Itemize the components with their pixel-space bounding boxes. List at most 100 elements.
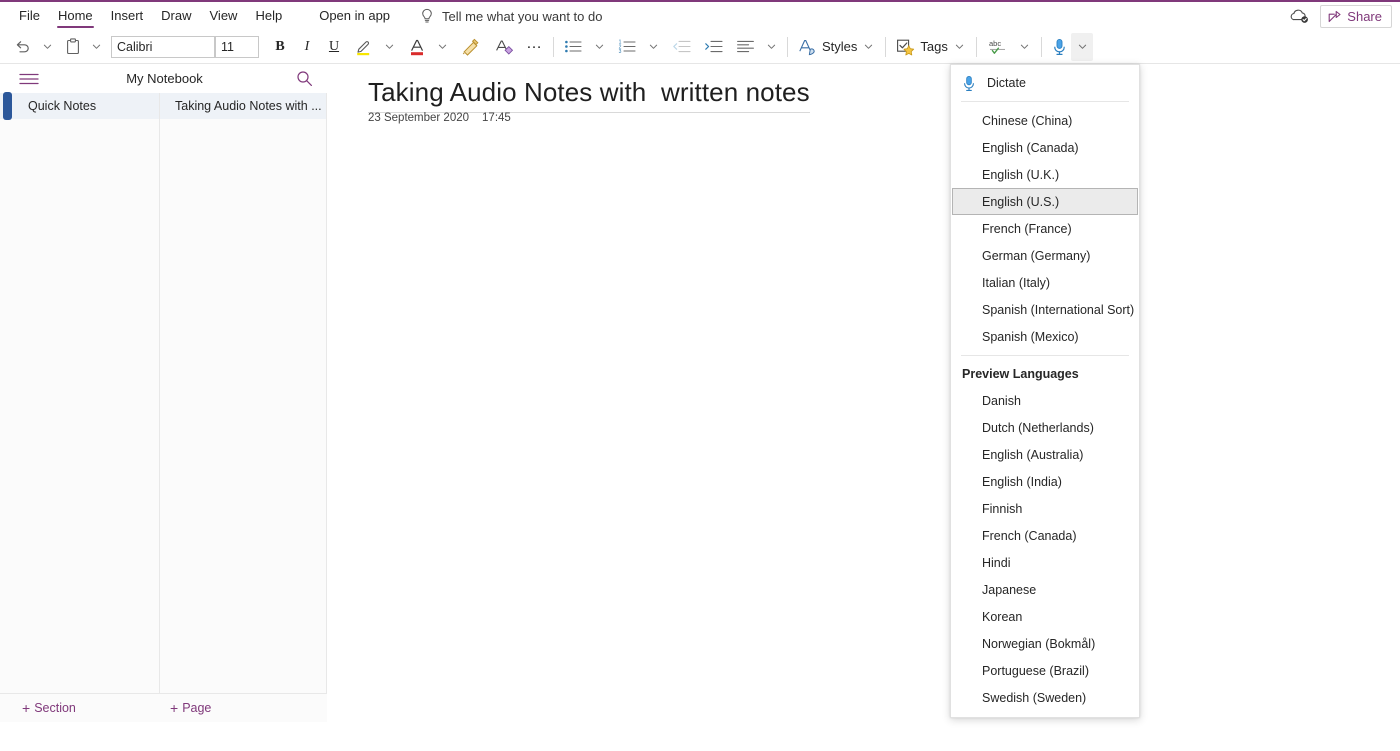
section-list: Quick Notes + Section [0, 93, 160, 722]
formatting-toolbar: Calibri 11 B I U [0, 30, 1400, 64]
note-canvas[interactable]: Taking Audio Notes with written notes 23… [327, 64, 1400, 751]
menu-item-danish[interactable]: Danish [951, 387, 1139, 414]
open-in-app-label: Open in app [319, 8, 390, 23]
clear-formatting-button[interactable] [490, 33, 517, 61]
menu-item-label: Finnish [982, 502, 1022, 516]
font-name-select[interactable]: Calibri [111, 36, 215, 58]
add-page-button[interactable]: + Page [160, 693, 327, 722]
numbered-list-button[interactable]: 1 2 3 [614, 33, 641, 61]
paste-dropdown[interactable] [84, 33, 106, 61]
undo-dropdown[interactable] [35, 33, 57, 61]
menu-item-swedish-sweden[interactable]: Swedish (Sweden) [951, 684, 1139, 711]
section-item-quick-notes[interactable]: Quick Notes [0, 93, 159, 119]
menu-item-english-india[interactable]: English (India) [951, 468, 1139, 495]
tags-icon-wrap[interactable] [892, 33, 920, 61]
tab-help[interactable]: Help [246, 2, 291, 30]
bulleted-list-button[interactable] [560, 33, 587, 61]
menu-item-english-uk[interactable]: English (U.K.) [951, 161, 1139, 188]
underline-button[interactable]: U [323, 33, 345, 61]
page-list: Taking Audio Notes with ... + Page [160, 93, 327, 722]
menu-item-label: Italian (Italy) [982, 276, 1050, 290]
tab-home[interactable]: Home [49, 2, 102, 30]
bold-button[interactable]: B [269, 33, 291, 61]
decrease-indent-button[interactable] [668, 33, 695, 61]
menu-item-portuguese-brazil[interactable]: Portuguese (Brazil) [951, 657, 1139, 684]
more-formatting-button[interactable]: … [522, 33, 547, 61]
menu-item-french-france[interactable]: French (France) [951, 215, 1139, 242]
menu-item-finnish[interactable]: Finnish [951, 495, 1139, 522]
dictate-dropdown[interactable] [1071, 33, 1093, 61]
menu-item-spanish-mexico[interactable]: Spanish (Mexico) [951, 323, 1139, 350]
numbered-list-dropdown[interactable] [641, 33, 663, 61]
menu-item-label: Japanese [982, 583, 1036, 597]
toolbar-divider-2 [787, 37, 788, 57]
microphone-icon [962, 75, 976, 92]
menu-item-label: Danish [982, 394, 1021, 408]
menu-item-english-us[interactable]: English (U.S.) [952, 188, 1138, 215]
plus-icon: + [22, 702, 30, 714]
page-item-taking-audio-notes[interactable]: Taking Audio Notes with ... [160, 93, 326, 119]
menu-item-english-australia[interactable]: English (Australia) [951, 441, 1139, 468]
increase-indent-button[interactable] [700, 33, 727, 61]
section-item-label: Quick Notes [28, 99, 96, 113]
cloud-sync-icon[interactable] [1288, 7, 1310, 25]
font-color-dropdown[interactable] [430, 33, 452, 61]
menu-item-label: French (France) [982, 222, 1072, 236]
tell-me-search[interactable]: Tell me what you want to do [420, 8, 602, 24]
paste-button[interactable] [62, 33, 84, 61]
highlight-button[interactable] [350, 33, 377, 61]
share-label: Share [1347, 9, 1382, 24]
menu-item-label: Chinese (China) [982, 114, 1072, 128]
spell-check-dropdown[interactable] [1013, 33, 1035, 61]
section-color-accent [3, 92, 12, 120]
font-color-button[interactable] [404, 33, 430, 61]
tab-view-label: View [210, 8, 238, 23]
menu-item-german-germany[interactable]: German (Germany) [951, 242, 1139, 269]
menu-item-spanish-international[interactable]: Spanish (International Sort) [951, 296, 1139, 323]
italic-icon: I [305, 39, 310, 55]
tags-button[interactable]: Tags [920, 33, 969, 61]
menu-dictate-item[interactable]: Dictate [951, 70, 1139, 96]
note-title[interactable]: Taking Audio Notes with written notes [368, 77, 810, 113]
share-icon [1328, 10, 1342, 23]
share-button[interactable]: Share [1320, 5, 1392, 28]
add-section-button[interactable]: + Section [0, 693, 160, 722]
menu-item-japanese[interactable]: Japanese [951, 576, 1139, 603]
menu-divider-preview [961, 355, 1129, 356]
font-size-select[interactable]: 11 [215, 36, 259, 58]
align-button[interactable] [732, 33, 759, 61]
spell-check-button[interactable]: abc [983, 33, 1013, 61]
italic-button[interactable]: I [296, 33, 318, 61]
styles-button[interactable]: Styles [822, 33, 879, 61]
styles-icon-wrap[interactable] [794, 33, 822, 61]
menu-item-label: Portuguese (Brazil) [982, 664, 1089, 678]
menu-item-chinese-china[interactable]: Chinese (China) [951, 107, 1139, 134]
menu-item-italian-italy[interactable]: Italian (Italy) [951, 269, 1139, 296]
tab-insert[interactable]: Insert [102, 2, 153, 30]
tab-view[interactable]: View [201, 2, 247, 30]
menu-item-hindi[interactable]: Hindi [951, 549, 1139, 576]
tab-file[interactable]: File [10, 2, 49, 30]
search-icon[interactable] [296, 70, 313, 87]
align-dropdown[interactable] [759, 33, 781, 61]
menu-item-korean[interactable]: Korean [951, 603, 1139, 630]
tab-draw[interactable]: Draw [152, 2, 200, 30]
menu-item-dutch-netherlands[interactable]: Dutch (Netherlands) [951, 414, 1139, 441]
menu-item-label: Spanish (Mexico) [982, 330, 1079, 344]
svg-text:abc: abc [989, 39, 1001, 48]
menu-item-french-canada[interactable]: French (Canada) [951, 522, 1139, 549]
bulleted-list-dropdown[interactable] [587, 33, 609, 61]
bold-icon: B [275, 39, 284, 55]
format-painter-button[interactable] [457, 33, 485, 61]
menu-item-english-canada[interactable]: English (Canada) [951, 134, 1139, 161]
highlight-dropdown[interactable] [377, 33, 399, 61]
lightbulb-icon [420, 8, 434, 24]
menu-item-label: English (U.S.) [982, 195, 1059, 209]
dictate-button[interactable] [1048, 33, 1071, 61]
undo-button[interactable] [10, 33, 35, 61]
menu-item-label: French (Canada) [982, 529, 1077, 543]
open-in-app-button[interactable]: Open in app [309, 2, 400, 30]
menu-item-label: English (Canada) [982, 141, 1079, 155]
menu-item-norwegian-bokmal[interactable]: Norwegian (Bokmål) [951, 630, 1139, 657]
tab-home-label: Home [58, 8, 93, 23]
